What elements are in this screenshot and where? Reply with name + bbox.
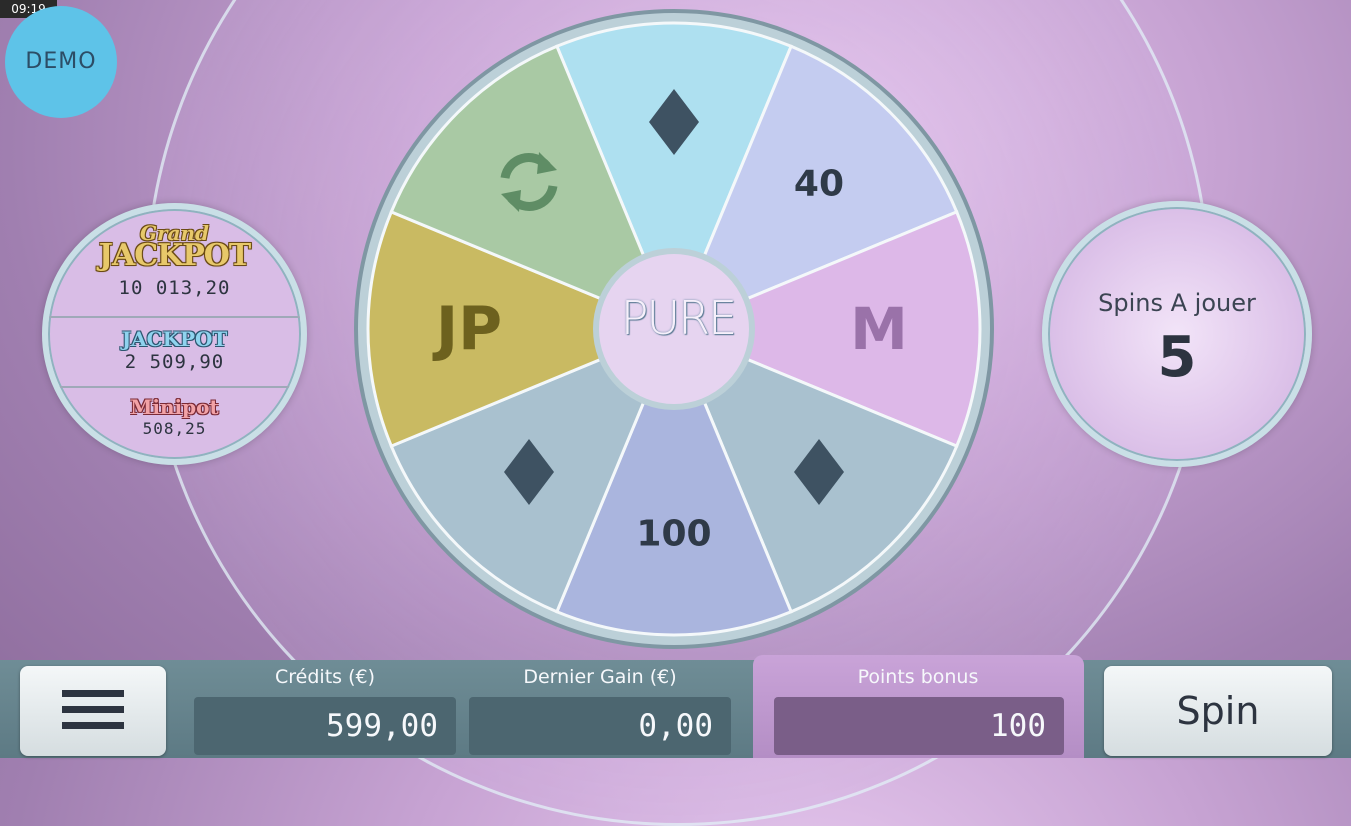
jackpot-panel: Grand JACKPOT 10 013,20 JACKPOT 2 509,90… — [42, 203, 307, 465]
credits-label: Crédits (€) — [275, 666, 375, 688]
jackpot-title: JACKPOT — [121, 327, 228, 351]
menu-button[interactable] — [20, 666, 166, 756]
minipot: Minipot 508,25 — [48, 395, 301, 438]
wheel-segment-label: 100 — [636, 513, 712, 555]
bonus-label: Points bonus — [857, 666, 979, 688]
diamond-icon — [504, 438, 555, 509]
diamond-icon — [793, 438, 844, 509]
grand-jackpot-value: 10 013,20 — [118, 277, 231, 299]
diamond-icon — [649, 89, 699, 159]
jackpot-divider — [48, 386, 301, 388]
jackpot-value: 2 509,90 — [124, 351, 225, 373]
wheel-hub-label: PURE — [620, 291, 737, 345]
spins-label: Spins A jouer — [1098, 289, 1256, 317]
grand-jackpot-title: JACKPOT — [98, 238, 251, 273]
jackpot: JACKPOT 2 509,90 — [48, 327, 301, 373]
wheel-segment-label: M — [850, 295, 908, 363]
spins-panel: Spins A jouer 5 — [1042, 201, 1312, 467]
jackpot-divider — [48, 316, 301, 318]
minipot-value: 508,25 — [142, 419, 207, 438]
bonus-value: 100 — [774, 697, 1064, 755]
minipot-title: Minipot — [130, 395, 219, 419]
last-win-label: Dernier Gain (€) — [523, 666, 677, 688]
spin-button[interactable]: Spin — [1104, 666, 1332, 756]
demo-badge: DEMO — [5, 6, 117, 118]
last-win-value: 0,00 — [469, 697, 731, 755]
credits-value: 599,00 — [194, 697, 456, 755]
grand-jackpot: Grand JACKPOT 10 013,20 — [48, 223, 301, 299]
spins-count: 5 — [1157, 325, 1197, 390]
refresh-icon — [491, 144, 567, 224]
wheel-segment-label: 40 — [793, 163, 845, 205]
wheel-segment-label: JP — [435, 294, 503, 364]
